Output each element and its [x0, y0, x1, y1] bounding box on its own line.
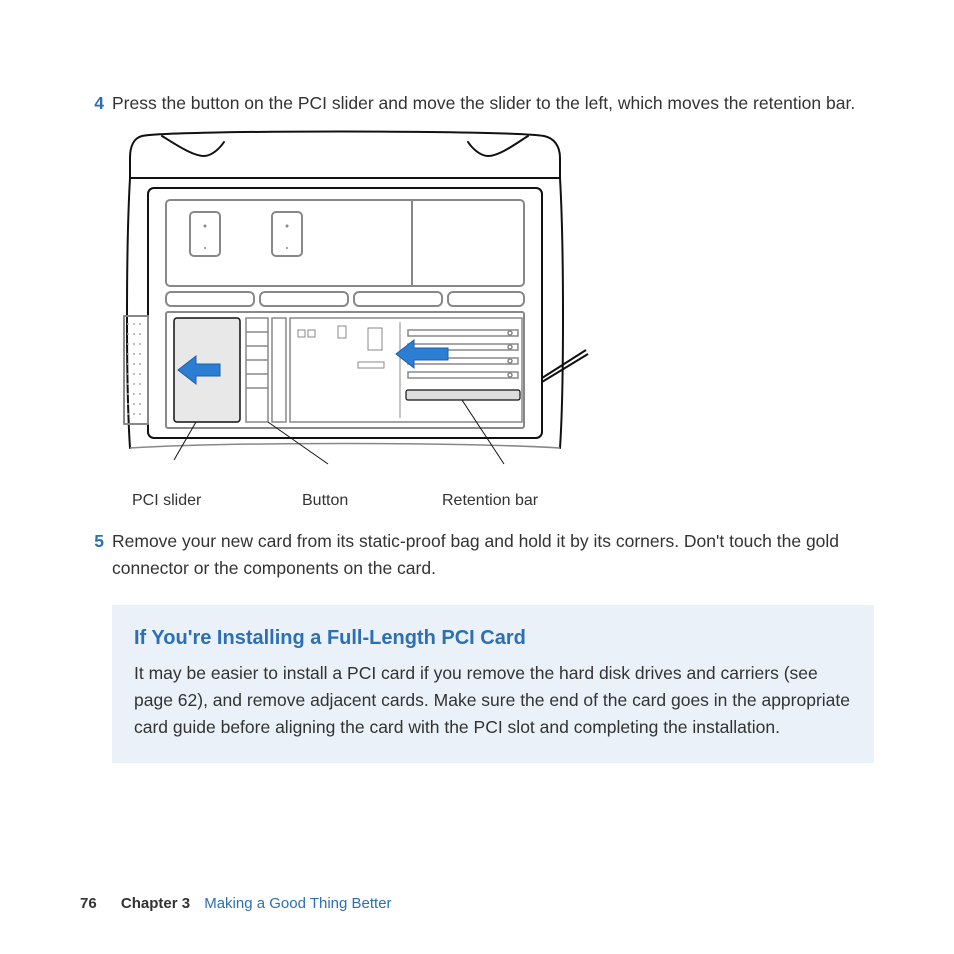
step-text: Press the button on the PCI slider and m… — [112, 90, 874, 116]
step-5: 5 Remove your new card from its static-p… — [80, 528, 874, 581]
chapter-title: Making a Good Thing Better — [204, 895, 391, 912]
chapter-label: Chapter 3 — [121, 895, 190, 912]
label-retention-bar: Retention bar — [442, 492, 538, 510]
step-number: 5 — [80, 528, 104, 581]
page-number: 76 — [80, 895, 97, 912]
label-pci-slider: PCI slider — [132, 492, 302, 510]
note-box: If You're Installing a Full-Length PCI C… — [112, 605, 874, 763]
mac-pro-diagram — [112, 128, 602, 488]
diagram-labels: PCI slider Button Retention bar — [112, 492, 874, 510]
label-button: Button — [302, 492, 442, 510]
diagram-block: PCI slider Button Retention bar — [112, 128, 874, 510]
note-title: If You're Installing a Full-Length PCI C… — [134, 623, 852, 654]
note-body: It may be easier to install a PCI card i… — [134, 660, 852, 741]
step-number: 4 — [80, 90, 104, 116]
page-footer: 76 Chapter 3 Making a Good Thing Better — [80, 895, 392, 912]
step-4: 4 Press the button on the PCI slider and… — [80, 90, 874, 116]
step-text: Remove your new card from its static-pro… — [112, 528, 874, 581]
